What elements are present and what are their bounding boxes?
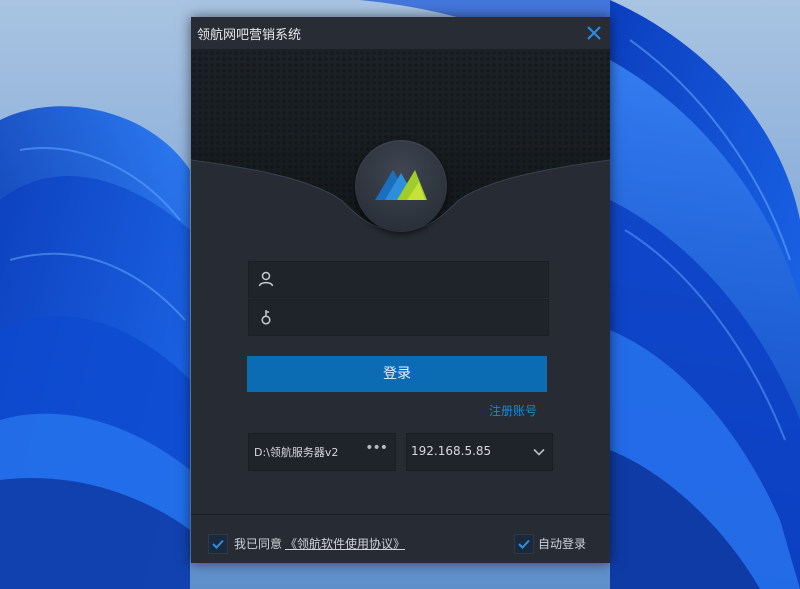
- password-field[interactable]: [248, 299, 549, 337]
- check-icon: [212, 539, 224, 549]
- agree-checkbox[interactable]: [208, 534, 228, 554]
- username-input[interactable]: [285, 262, 544, 299]
- footer-divider: [191, 514, 610, 515]
- key-icon: [261, 310, 271, 325]
- logo-icon: [375, 170, 427, 200]
- check-icon: [518, 539, 530, 549]
- ip-value: 192.168.5.85: [411, 444, 492, 458]
- auto-login-checkbox[interactable]: [514, 534, 534, 554]
- password-input[interactable]: [285, 300, 544, 337]
- username-field[interactable]: [248, 261, 549, 299]
- server-path-field[interactable]: D:\领航服务器v2 •••: [248, 433, 396, 471]
- login-window: 领航网吧营销系统 登录 注册账号 D:\领航服务器v2 ••• 192.168.…: [191, 17, 610, 563]
- agree-label: 我已同意: [234, 537, 283, 551]
- register-link[interactable]: 注册账号: [489, 402, 537, 419]
- server-path-value: D:\领航服务器v2: [254, 446, 339, 459]
- browse-button[interactable]: •••: [365, 440, 388, 456]
- auto-login-label: 自动登录: [538, 537, 587, 551]
- user-icon: [258, 271, 274, 287]
- app-logo: [355, 140, 447, 232]
- chevron-down-icon: [533, 448, 545, 456]
- window-title: 领航网吧营销系统: [197, 28, 302, 43]
- ip-select[interactable]: 192.168.5.85: [406, 433, 553, 471]
- close-button[interactable]: [584, 23, 604, 43]
- agreement-link[interactable]: 《领航软件使用协议》: [285, 535, 405, 552]
- close-icon: [587, 26, 601, 40]
- title-bar[interactable]: 领航网吧营销系统: [191, 17, 610, 50]
- login-button[interactable]: 登录: [247, 356, 547, 392]
